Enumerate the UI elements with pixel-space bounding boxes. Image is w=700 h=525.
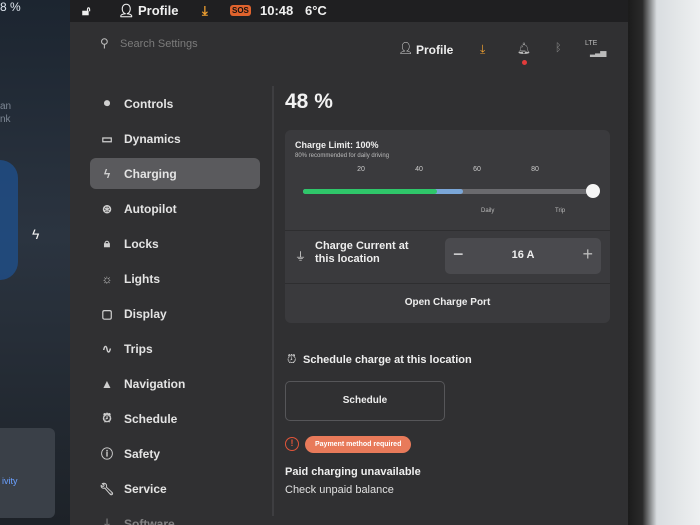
sidebar-item-safety[interactable]: ⓘ Safety: [90, 438, 260, 469]
bolt-icon: ϟ: [32, 226, 40, 242]
download-icon: ⤓: [104, 516, 110, 525]
sidebar-item-autopilot[interactable]: ⊛ Autopilot: [90, 193, 260, 224]
lock-icon: 🔒︎: [103, 236, 111, 250]
left-text-fragment: an nk: [0, 101, 12, 125]
charge-current-value: 16 A: [511, 249, 535, 261]
profile-icon[interactable]: 👤︎: [398, 41, 413, 55]
daily-label: Daily: [481, 208, 495, 214]
charge-limit-recommendation: 80% recommended for daily driving: [295, 153, 390, 159]
sidebar-item-label: Charging: [124, 166, 177, 181]
clock: 10:48: [260, 3, 294, 18]
increase-button[interactable]: +: [582, 244, 593, 265]
statusbar-profile[interactable]: Profile: [138, 3, 178, 18]
sidebar-item-service[interactable]: 🔧︎ Service: [90, 473, 260, 504]
paid-charging-title: Paid charging unavailable: [285, 466, 421, 478]
sidebar-item-label: Locks: [124, 236, 159, 251]
photo-left-edge: 8 % an nk ϟ ivity: [0, 0, 70, 525]
settings-header: ⚲ 👤︎ Profile ⤓ 🔔︎ ᛒ LTE ▂▃▅: [70, 26, 628, 76]
settings-sidebar: ⏺ Controls ▭ Dynamics ϟ Charging ⊛ Autop…: [90, 88, 260, 525]
trips-icon: ∿: [101, 341, 113, 356]
info-circle-icon: ⓘ: [100, 447, 113, 461]
sidebar-item-label: Lights: [124, 271, 160, 286]
wrench-icon: 🔧︎: [99, 481, 115, 496]
charge-current-label: Charge Current at this location: [315, 240, 409, 265]
schedule-charge-title: Schedule charge at this location: [303, 354, 472, 366]
left-card-fragment: ivity: [0, 428, 55, 518]
bluetooth-icon[interactable]: ᛒ: [555, 42, 562, 54]
sidebar-item-lights[interactable]: ☼ Lights: [90, 263, 260, 294]
sidebar-item-trips[interactable]: ∿ Trips: [90, 333, 260, 364]
lte-label: LTE: [585, 40, 598, 47]
sidebar-item-controls[interactable]: ⏺ Controls: [90, 88, 260, 119]
scale-tick-label: 60: [473, 166, 481, 173]
photo-right-edge: [628, 0, 700, 525]
status-bar: 🔓︎ 👤︎ Profile ⤓ SOS 10:48 6°C: [70, 0, 628, 22]
sidebar-item-label: Schedule: [124, 411, 178, 426]
battery-percent: 48 %: [285, 90, 333, 113]
charge-scale: 20 40 60 80: [303, 166, 593, 178]
sidebar-item-navigation[interactable]: ▲ Navigation: [90, 368, 260, 399]
warning-icon: !: [285, 437, 299, 451]
sidebar-item-charging[interactable]: ϟ Charging: [90, 158, 260, 189]
open-charge-port-button[interactable]: Open Charge Port: [285, 297, 610, 308]
sidebar-item-label: Service: [124, 481, 167, 496]
navigation-arrow-icon: ▲: [101, 376, 113, 391]
sidebar-item-software[interactable]: ⤓ Software: [90, 508, 260, 525]
sidebar-item-label: Navigation: [124, 376, 186, 391]
download-icon[interactable]: ⤓: [480, 42, 485, 57]
profile-button[interactable]: Profile: [416, 43, 453, 57]
download-icon[interactable]: ⤓: [202, 3, 208, 19]
charging-panel: 48 % Charge Limit: 100% 80% recommended …: [285, 90, 615, 496]
settings-screen: 🔓︎ 👤︎ Profile ⤓ SOS 10:48 6°C ⚲ 👤︎ Profi…: [70, 0, 628, 525]
schedule-charge-row: ⏰︎ Schedule charge at this location: [285, 352, 610, 372]
sidebar-item-label: Dynamics: [124, 131, 181, 146]
payment-required-badge[interactable]: Payment method required: [305, 436, 412, 453]
sos-badge[interactable]: SOS: [230, 5, 251, 16]
temperature: 6°C: [305, 3, 327, 18]
sidebar-divider: [272, 86, 274, 516]
open-charge-port-row: Open Charge Port: [285, 283, 610, 321]
sidebar-item-display[interactable]: ▢ Display: [90, 298, 260, 329]
bolt-icon: ϟ: [103, 166, 111, 181]
alarm-clock-icon: ⏰︎: [287, 352, 297, 366]
plug-icon: ⏚: [295, 251, 306, 263]
search-input[interactable]: [120, 34, 320, 54]
toggle-icon: ⏺: [103, 96, 110, 110]
profile-icon[interactable]: 👤︎: [118, 3, 135, 19]
slider-charge-fill: [303, 189, 437, 194]
sidebar-item-label: Software: [124, 516, 175, 525]
charge-current-row: ⏚ Charge Current at this location − 16 A…: [285, 230, 610, 280]
car-image-fragment: [0, 160, 18, 280]
scale-tick-label: 40: [415, 166, 423, 173]
charge-card: Charge Limit: 100% 80% recommended for d…: [285, 130, 610, 323]
sidebar-item-schedule[interactable]: ⏰︎ Schedule: [90, 403, 260, 434]
scale-tick-label: 80: [531, 166, 539, 173]
trip-label: Trip: [555, 208, 566, 214]
sidebar-item-label: Trips: [124, 341, 153, 356]
sidebar-item-label: Safety: [124, 446, 161, 461]
sun-icon: ☼: [101, 271, 113, 286]
search-icon: ⚲: [100, 36, 109, 50]
steering-wheel-icon: ⊛: [101, 201, 113, 216]
display-icon: ▢: [101, 306, 113, 321]
notification-dot: [522, 60, 527, 65]
signal-icon: ▂▃▅: [590, 48, 607, 57]
charge-current-stepper: − 16 A +: [445, 238, 601, 274]
sidebar-item-locks[interactable]: 🔒︎ Locks: [90, 228, 260, 259]
schedule-button[interactable]: Schedule: [285, 381, 445, 421]
lock-icon: 🔓︎: [82, 3, 91, 18]
alarm-clock-icon: ⏰︎: [102, 411, 112, 425]
bell-icon[interactable]: 🔔︎: [517, 42, 531, 55]
slider-knob[interactable]: [586, 184, 600, 198]
scale-tick-label: 20: [357, 166, 365, 173]
sidebar-item-dynamics[interactable]: ▭ Dynamics: [90, 123, 260, 154]
sidebar-item-label: Autopilot: [124, 201, 177, 216]
charge-limit-slider[interactable]: [303, 184, 600, 198]
charge-limit-label: Charge Limit: 100%: [295, 140, 379, 150]
check-unpaid-balance-link[interactable]: Check unpaid balance: [285, 484, 394, 496]
sidebar-item-label: Display: [124, 306, 167, 321]
car-icon: ▭: [101, 131, 113, 146]
left-battery-fragment: 8 %: [0, 0, 21, 14]
sidebar-item-label: Controls: [124, 96, 174, 111]
